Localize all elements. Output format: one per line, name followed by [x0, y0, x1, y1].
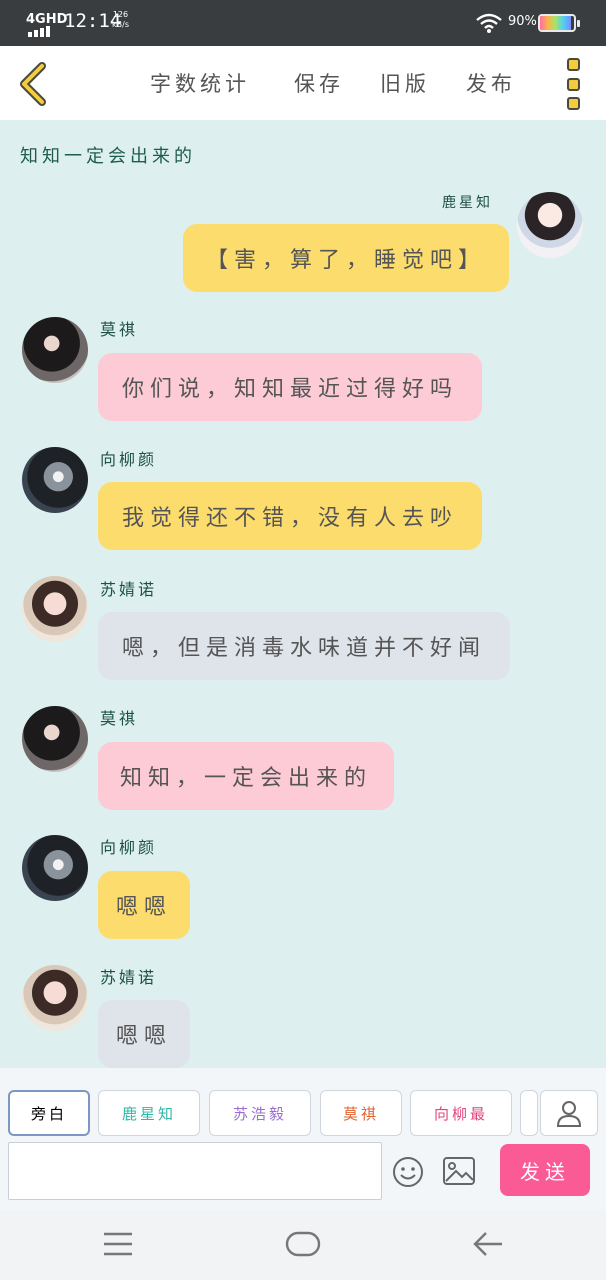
- sender-name: 向柳颜: [100, 450, 158, 469]
- back-icon[interactable]: [472, 1228, 504, 1260]
- avatar-lu-xingzhi[interactable]: [517, 192, 583, 258]
- wifi-icon: [476, 13, 502, 33]
- editor-toolbar: 字数统计 保存 旧版 发布: [0, 46, 606, 120]
- message-bubble[interactable]: 你们说，知知最近过得好吗: [98, 353, 482, 421]
- role-tab-su-haoyi[interactable]: 苏浩毅: [209, 1090, 311, 1136]
- avatar-xiang-liuyan[interactable]: [22, 835, 88, 901]
- old-version-button[interactable]: 旧版: [380, 68, 430, 98]
- send-button[interactable]: 发送: [500, 1144, 590, 1196]
- network-speed: 126 kB/s: [112, 10, 129, 30]
- role-tab-mo-qi[interactable]: 莫祺: [320, 1090, 402, 1136]
- avatar-su-jingnuo[interactable]: [22, 965, 88, 1031]
- back-button[interactable]: [12, 60, 56, 108]
- role-tab-narrator[interactable]: 旁白: [8, 1090, 90, 1136]
- avatar-su-jingnuo[interactable]: [22, 576, 88, 642]
- system-nav-bar: [0, 1210, 606, 1280]
- message-input[interactable]: [8, 1142, 382, 1200]
- signal-icon: [28, 26, 50, 37]
- chevron-left-icon: [20, 62, 46, 106]
- avatar-xiang-liuyan[interactable]: [22, 447, 88, 513]
- word-count-button[interactable]: 字数统计: [150, 68, 250, 98]
- network-type: 4GHD: [26, 12, 68, 27]
- sender-name: 鹿星知: [442, 195, 493, 211]
- input-panel: 旁白 鹿星知 苏浩毅 莫祺 向柳最 发送: [0, 1068, 606, 1210]
- battery-icon: [538, 14, 576, 32]
- emoji-icon[interactable]: [392, 1156, 424, 1188]
- message-bubble[interactable]: 嗯，但是消毒水味道并不好闻: [98, 612, 510, 680]
- role-tab-overflow[interactable]: [520, 1090, 538, 1136]
- role-tab-xiang-liuzui[interactable]: 向柳最: [410, 1090, 512, 1136]
- save-button[interactable]: 保存: [294, 68, 344, 98]
- menu-icon[interactable]: [102, 1228, 134, 1260]
- image-icon[interactable]: [442, 1156, 476, 1186]
- sender-name: 苏婧诺: [100, 580, 158, 599]
- battery-cap: [577, 20, 580, 27]
- message-bubble[interactable]: 【害，算了，睡觉吧】: [183, 224, 509, 292]
- publish-button[interactable]: 发布: [466, 68, 516, 98]
- message-bubble[interactable]: 嗯嗯: [98, 871, 190, 939]
- message-bubble[interactable]: 嗯嗯: [98, 1000, 190, 1068]
- network-speed-value: 126: [112, 10, 129, 19]
- status-bar: 4GHD 12:14 126 kB/s 90%: [0, 0, 606, 46]
- avatar-mo-qi[interactable]: [22, 706, 88, 772]
- narration-text: 知知一定会出来的: [20, 146, 196, 167]
- battery-percent: 90%: [508, 14, 537, 29]
- sender-name: 苏婧诺: [100, 968, 158, 987]
- sender-name: 莫祺: [100, 320, 139, 339]
- network-speed-unit: kB/s: [112, 20, 129, 29]
- chat-area[interactable]: 知知一定会出来的 鹿星知 【害，算了，睡觉吧】 莫祺 你们说，知知最近过得好吗 …: [0, 120, 606, 1068]
- avatar-mo-qi[interactable]: [22, 317, 88, 383]
- message-bubble[interactable]: 知知，一定会出来的: [98, 742, 394, 810]
- sender-name: 莫祺: [100, 709, 139, 728]
- home-icon[interactable]: [285, 1228, 321, 1260]
- more-icon[interactable]: [560, 58, 586, 110]
- sender-name: 向柳颜: [100, 838, 158, 857]
- role-tab-lu-xingzhi[interactable]: 鹿星知: [98, 1090, 200, 1136]
- message-bubble[interactable]: 我觉得还不错，没有人去吵: [98, 482, 482, 550]
- person-icon: [556, 1101, 582, 1127]
- contacts-button[interactable]: [540, 1090, 598, 1136]
